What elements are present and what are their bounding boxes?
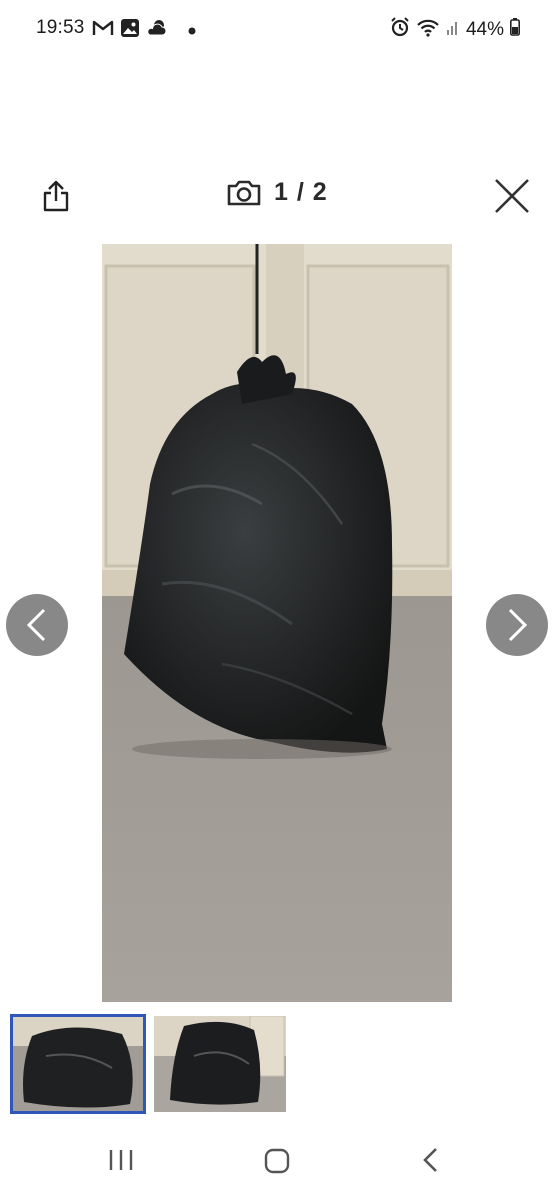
home-icon (264, 1148, 290, 1174)
signal-icon (446, 18, 460, 41)
bin-bag-photo (102, 244, 452, 1002)
recent-apps-button[interactable] (108, 1148, 134, 1177)
thumbnail-photo (154, 1016, 286, 1112)
thumbnail-1[interactable] (10, 1014, 146, 1114)
gmail-icon (92, 19, 114, 42)
wifi-icon (416, 17, 440, 42)
status-right: 44% (390, 17, 520, 42)
status-bar: 19:53 44% (0, 0, 554, 60)
back-icon (423, 1148, 437, 1172)
home-button[interactable] (264, 1148, 290, 1179)
back-button[interactable] (420, 1146, 442, 1179)
previous-photo-button[interactable] (6, 594, 68, 656)
chevron-left-icon (26, 608, 46, 642)
photo-counter: 1 / 2 (226, 178, 328, 207)
close-icon (495, 179, 529, 213)
alarm-icon (390, 17, 410, 42)
thumbnail-strip (10, 1014, 286, 1114)
thumbnail-photo (12, 1016, 144, 1112)
gallery-icon (120, 18, 140, 43)
chevron-right-icon (508, 608, 528, 642)
thumbnail-2[interactable] (154, 1016, 286, 1112)
photo-counter-text: 1 / 2 (274, 178, 328, 206)
share-icon (43, 180, 69, 212)
weather-icon (146, 18, 168, 43)
close-button[interactable] (490, 174, 534, 218)
system-navigation-bar (0, 1120, 554, 1200)
camera-icon (227, 180, 261, 205)
main-photo[interactable] (102, 244, 452, 1002)
status-left-icons (92, 18, 196, 43)
status-time: 19:53 (36, 17, 85, 38)
viewer-header: 1 / 2 (0, 170, 554, 226)
dot-icon (188, 22, 196, 40)
battery-percent: 44% (465, 18, 504, 40)
recent-apps-icon (109, 1150, 133, 1170)
battery-icon (510, 18, 520, 41)
share-button[interactable] (38, 176, 74, 216)
next-photo-button[interactable] (486, 594, 548, 656)
